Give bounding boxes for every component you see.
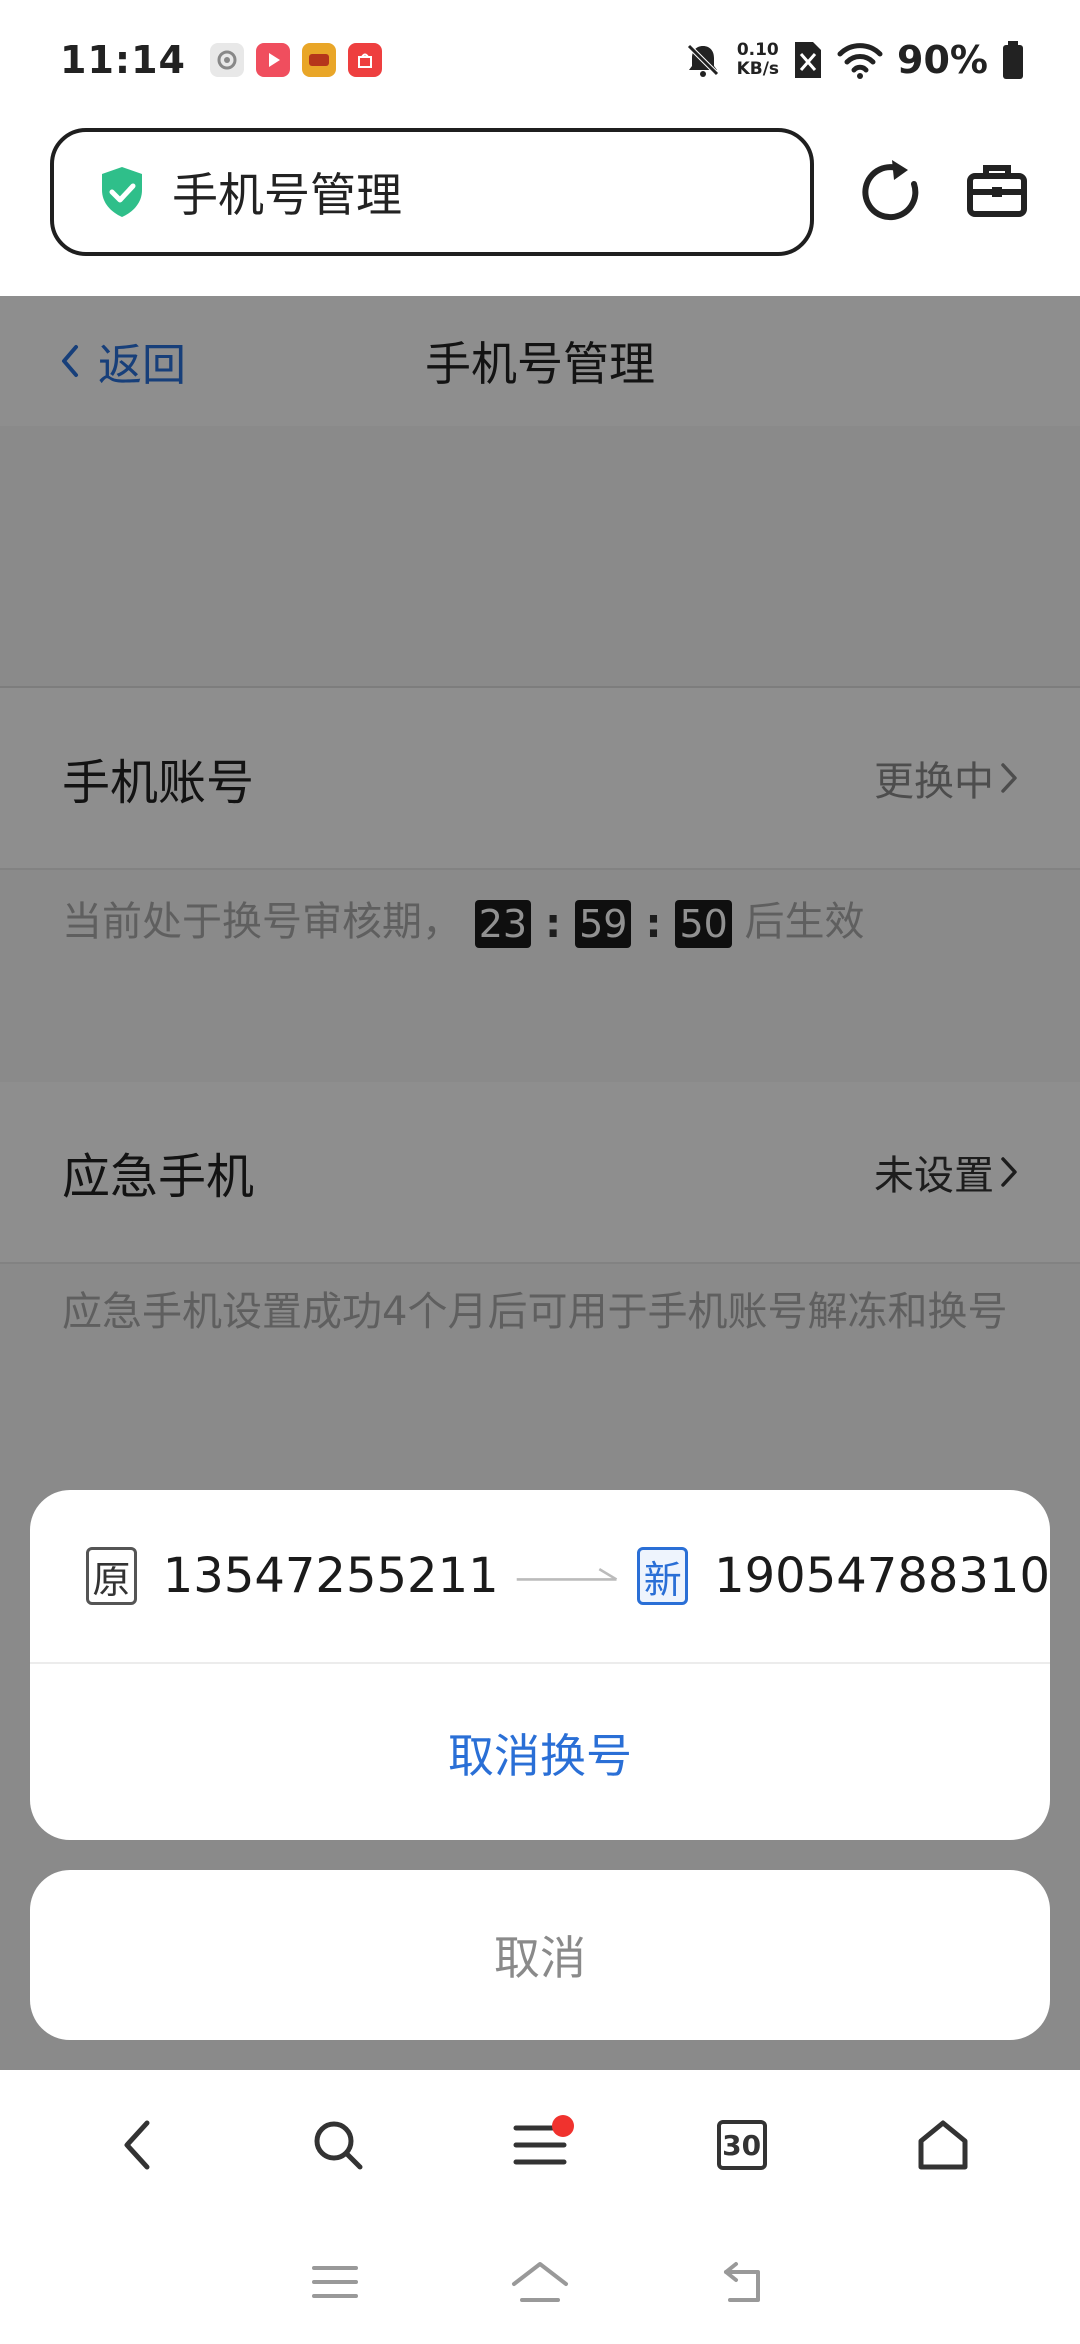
browser-toolbar: 30 bbox=[0, 2070, 1080, 2220]
url-title: 手机号管理 bbox=[172, 168, 402, 222]
url-bar[interactable]: 手机号管理 bbox=[50, 128, 814, 256]
battery-icon bbox=[1003, 41, 1023, 79]
toolbox-button[interactable] bbox=[964, 156, 1030, 228]
search-button[interactable] bbox=[298, 2105, 378, 2185]
game-app-icon bbox=[301, 43, 336, 77]
status-right: 0.10 KB/s 90% bbox=[683, 38, 1024, 82]
video-app-icon bbox=[255, 43, 290, 77]
search-icon bbox=[314, 2121, 363, 2170]
old-number: 13547255211 bbox=[162, 1548, 499, 1604]
home-icon bbox=[918, 2120, 968, 2170]
back-nav-button[interactable] bbox=[97, 2105, 177, 2185]
secure-shield-icon bbox=[102, 167, 142, 217]
cancel-number-change-button[interactable]: 取消换号 bbox=[30, 1666, 1050, 1840]
toolbox-icon bbox=[967, 165, 1027, 217]
cancel-button[interactable]: 取消 bbox=[30, 1870, 1050, 2040]
battery-percent: 90% bbox=[897, 38, 988, 82]
no-sim-icon bbox=[795, 42, 822, 78]
arrow-right-icon bbox=[516, 1568, 617, 1581]
net-speed-value: 0.10 bbox=[736, 40, 779, 60]
refresh-button[interactable] bbox=[856, 156, 922, 228]
browser-bar: 手机号管理 bbox=[0, 120, 1080, 296]
new-number-tag: 新 bbox=[637, 1547, 689, 1605]
system-nav-bar bbox=[0, 2220, 1080, 2344]
number-change-row: 原 13547255211 新 19054788310 bbox=[30, 1490, 1050, 1664]
tabs-button[interactable]: 30 bbox=[702, 2105, 782, 2185]
system-back-icon[interactable] bbox=[720, 2260, 770, 2304]
status-bar: 11:14 0.10 KB/s 90% bbox=[0, 0, 1080, 120]
recent-apps-icon[interactable] bbox=[310, 2262, 360, 2302]
net-speed: 0.10 KB/s bbox=[737, 41, 779, 79]
action-sheet: 原 13547255211 新 19054788310 取消换号 bbox=[30, 1490, 1050, 1840]
chevron-left-icon bbox=[124, 2120, 150, 2170]
old-number-tag: 原 bbox=[86, 1547, 137, 1605]
net-speed-unit: KB/s bbox=[736, 59, 780, 79]
shopping-app-icon bbox=[347, 43, 382, 77]
notification-dot bbox=[551, 2115, 574, 2137]
system-home-icon[interactable] bbox=[510, 2260, 570, 2304]
mute-bell-icon bbox=[686, 44, 719, 77]
settings-app-icon bbox=[209, 43, 244, 77]
refresh-icon bbox=[862, 160, 919, 221]
status-time: 11:14 bbox=[60, 38, 186, 82]
menu-button[interactable] bbox=[500, 2105, 580, 2185]
new-number: 19054788310 bbox=[714, 1548, 1050, 1604]
tab-count: 30 bbox=[716, 2120, 767, 2170]
status-app-icons bbox=[209, 43, 382, 77]
home-button[interactable] bbox=[903, 2105, 983, 2185]
wifi-icon bbox=[837, 43, 883, 79]
